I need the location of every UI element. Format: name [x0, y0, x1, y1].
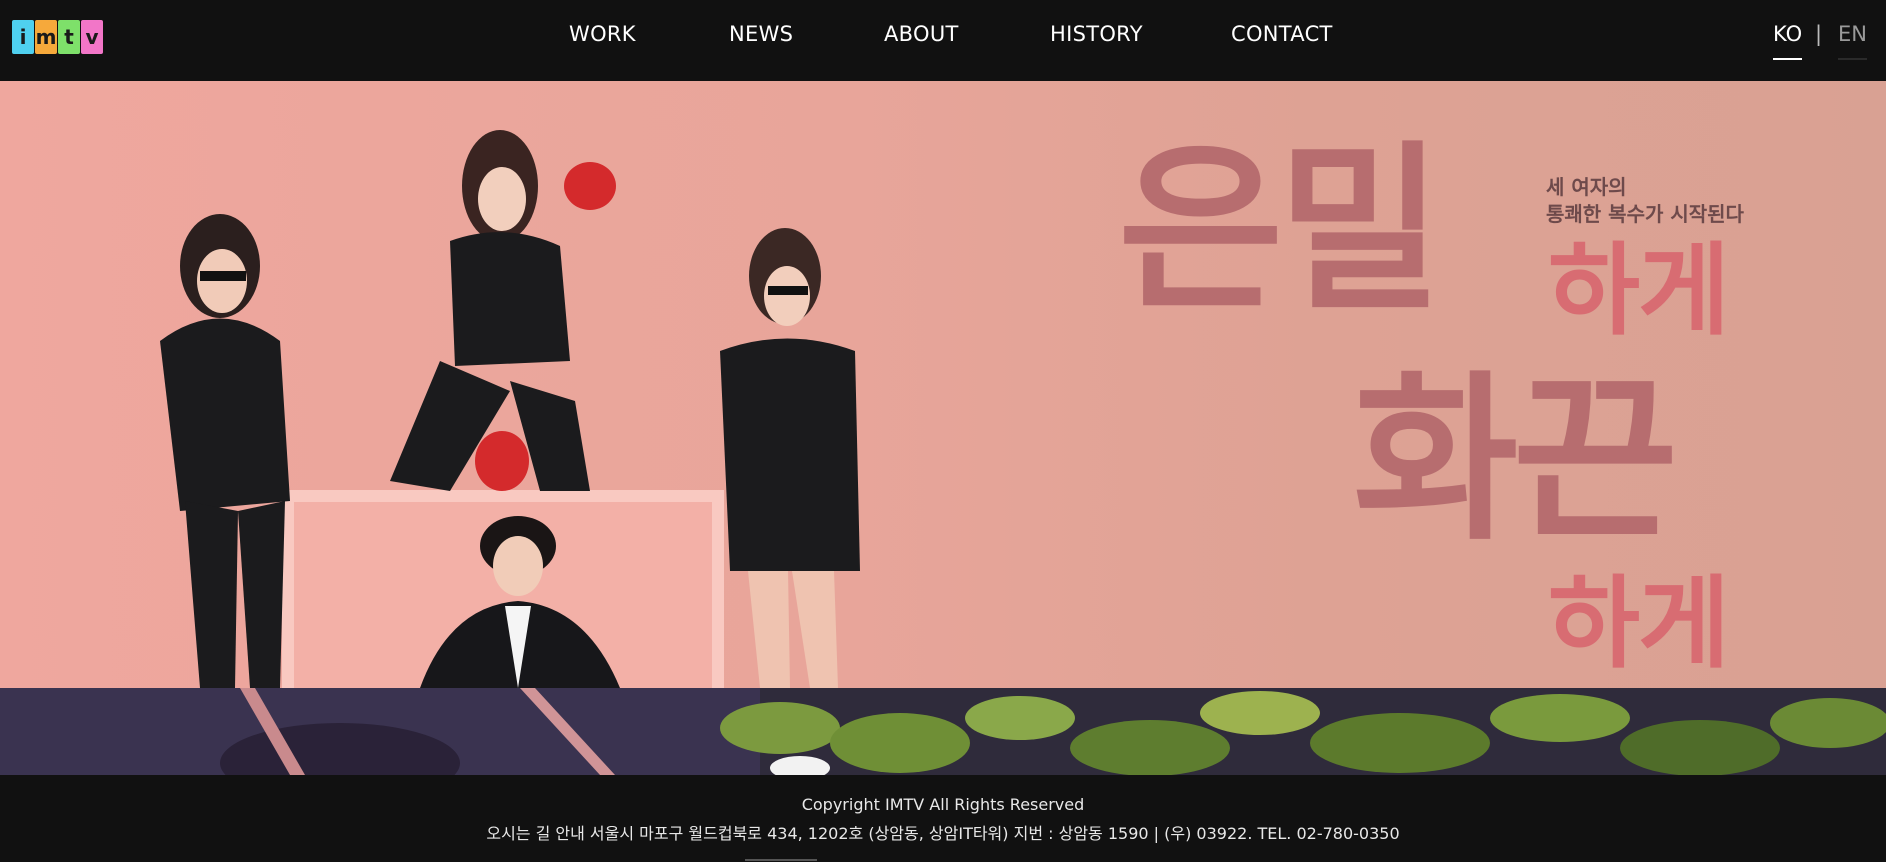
- hero-title-line1: 은밀: [1118, 126, 1443, 335]
- site-header: i m t v WORK NEWS ABOUT HISTORY CONTACT …: [0, 0, 1886, 81]
- woman-left: [160, 214, 290, 688]
- hero-banner[interactable]: 은밀 하게 화끈 하게 세 여자의 통쾌한 복수가 시작된다: [0, 81, 1886, 688]
- nav-news[interactable]: NEWS: [729, 22, 793, 46]
- lang-en-button[interactable]: EN: [1838, 22, 1867, 60]
- site-footer: Copyright IMTV All Rights Reserved 오시는 길…: [0, 775, 1886, 862]
- foliage-image: [0, 688, 1886, 775]
- hero-title-line2-suffix: 하게: [1548, 565, 1730, 682]
- footer-copyright: Copyright IMTV All Rights Reserved: [801, 795, 1085, 814]
- lang-separator: |: [1815, 22, 1823, 46]
- tagline-line1: 세 여자의: [1546, 175, 1627, 199]
- tagline-line2: 통쾌한 복수가 시작된다: [1546, 202, 1744, 226]
- woman-right: [720, 228, 860, 688]
- lang-ko-button[interactable]: KO: [1773, 22, 1803, 60]
- next-slide-preview[interactable]: [0, 688, 1886, 775]
- footer-divider: [745, 859, 817, 861]
- footer-address: 오시는 길 안내 서울시 마포구 월드컵북로 434, 1202호 (상암동, …: [486, 824, 1400, 843]
- nav-contact[interactable]: CONTACT: [1231, 22, 1333, 46]
- hero-title-line1-suffix: 하게: [1548, 232, 1730, 349]
- nav-work[interactable]: WORK: [569, 22, 636, 46]
- hero-title-line2: 화끈: [1353, 356, 1678, 565]
- nav-about[interactable]: ABOUT: [884, 22, 959, 46]
- hero-tagline: 세 여자의 통쾌한 복수가 시작된다: [1546, 174, 1744, 228]
- woman-top: [390, 130, 616, 491]
- main-nav: WORK NEWS ABOUT HISTORY CONTACT: [0, 0, 1886, 81]
- nav-history[interactable]: HISTORY: [1050, 22, 1143, 46]
- hero-illustration: [160, 130, 860, 688]
